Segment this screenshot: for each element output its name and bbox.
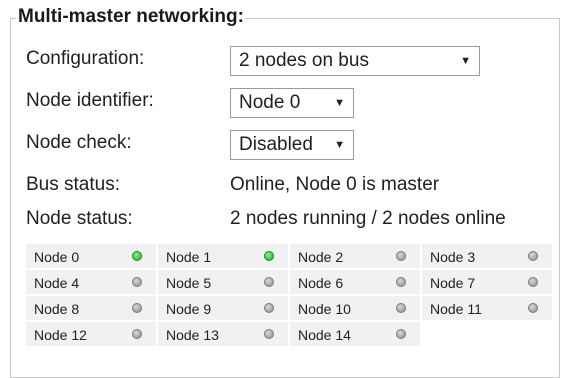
node-identifier-label: Node identifier: [26,90,154,111]
node-status-cell: Node 8 [26,296,156,320]
node-check-select[interactable]: Disabled ▼ [230,130,354,160]
node-label: Node 9 [166,301,212,317]
fieldset-legend: Multi-master networking: [16,6,246,28]
node-status-cell: Node 1 [158,244,288,268]
node-status-cell: Node 2 [290,244,420,268]
status-offline-icon [396,251,406,261]
status-offline-icon [396,329,406,339]
node-label: Node 5 [166,275,212,291]
configuration-label: Configuration: [26,48,145,69]
node-status-cell: Node 11 [422,296,552,320]
configuration-select[interactable]: 2 nodes on bus ▼ [230,46,480,76]
node-status-cell: Node 4 [26,270,156,294]
chevron-down-icon: ▼ [334,97,345,109]
node-label: Node 6 [298,275,344,291]
node-label: Node 14 [298,327,351,343]
node-status-cell: Node 3 [422,244,552,268]
status-offline-icon [264,303,274,313]
node-status-cell: Node 13 [158,322,288,346]
node-label: Node 2 [298,249,344,265]
status-offline-icon [528,251,538,261]
status-offline-icon [132,303,142,313]
node-label: Node 10 [298,301,351,317]
status-offline-icon [396,277,406,287]
node-label: Node 3 [430,249,476,265]
status-offline-icon [528,277,538,287]
node-check-value: Disabled [239,134,313,155]
configuration-value: 2 nodes on bus [239,50,369,71]
node-status-cell: Node 5 [158,270,288,294]
node-status-value: 2 nodes running / 2 nodes online [230,208,506,229]
node-identifier-value: Node 0 [239,92,301,113]
status-online-icon [132,251,142,261]
chevron-down-icon: ▼ [460,55,471,67]
chevron-down-icon: ▼ [334,139,345,151]
node-label: Node 1 [166,249,212,265]
node-status-cell: Node 6 [290,270,420,294]
node-label: Node 8 [34,301,80,317]
node-label: Node 4 [34,275,80,291]
status-online-icon [264,251,274,261]
node-status-cell: Node 14 [290,322,420,346]
bus-status-label: Bus status: [26,174,120,195]
node-status-cell: Node 0 [26,244,156,268]
status-offline-icon [132,277,142,287]
node-status-label: Node status: [26,208,133,229]
node-label: Node 0 [34,249,80,265]
bus-status-value: Online, Node 0 is master [230,174,440,195]
status-offline-icon [396,303,406,313]
node-check-label: Node check: [26,132,132,153]
node-status-cell: Node 7 [422,270,552,294]
status-offline-icon [264,277,274,287]
node-identifier-select[interactable]: Node 0 ▼ [230,88,354,118]
node-label: Node 13 [166,327,219,343]
node-status-cell: Node 10 [290,296,420,320]
status-offline-icon [528,303,538,313]
node-status-cell: Node 12 [26,322,156,346]
status-offline-icon [264,329,274,339]
node-label: Node 11 [430,301,482,317]
node-label: Node 12 [34,327,87,343]
status-offline-icon [132,329,142,339]
node-status-cell: Node 9 [158,296,288,320]
node-label: Node 7 [430,275,476,291]
